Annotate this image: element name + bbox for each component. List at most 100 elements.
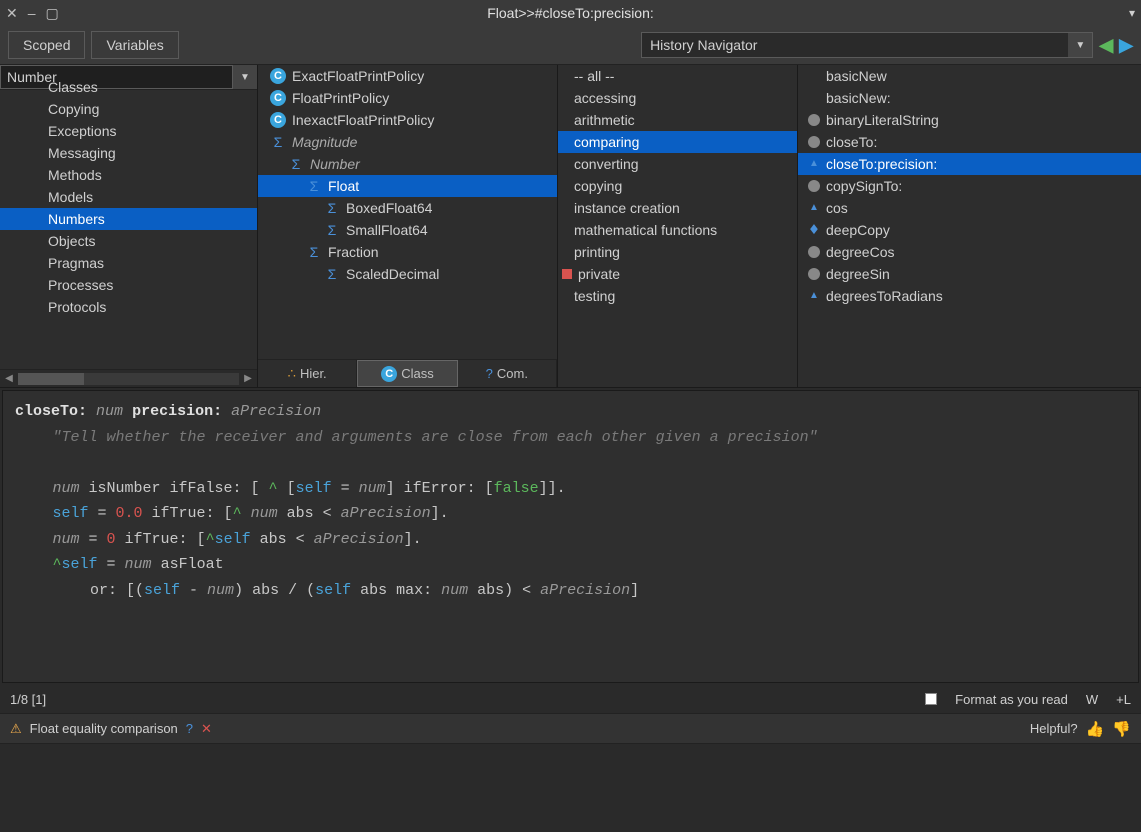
toolbar: Scoped Variables History Navigator ▼ ◀ ▶ (0, 26, 1141, 65)
protocol-item[interactable]: -- all -- (558, 65, 797, 87)
class-label: BoxedFloat64 (346, 200, 432, 216)
method-item[interactable]: basicNew: (798, 87, 1141, 109)
class-label: ExactFloatPrintPolicy (292, 68, 424, 84)
class-label: FloatPrintPolicy (292, 90, 389, 106)
protocol-item[interactable]: accessing (558, 87, 797, 109)
protocol-item[interactable]: arithmetic (558, 109, 797, 131)
package-item[interactable]: Messaging (0, 142, 257, 164)
bottom-space (0, 743, 1141, 801)
protocol-item[interactable]: comparing (558, 131, 797, 153)
class-item[interactable]: ΣScaledDecimal (258, 263, 557, 285)
protocol-label: instance creation (574, 200, 680, 216)
package-item[interactable]: Pragmas (0, 252, 257, 274)
history-forward-icon[interactable]: ▶ (1119, 35, 1133, 56)
package-item[interactable]: Numbers (0, 208, 257, 230)
package-item[interactable]: Models (0, 186, 257, 208)
help-icon[interactable]: ? (186, 721, 193, 736)
maximize-icon[interactable]: ▢ (46, 5, 59, 22)
class-item[interactable]: ΣFloat (258, 175, 557, 197)
package-list[interactable]: Classes Copying ExceptionsMessagingMethods… (0, 76, 257, 369)
method-item[interactable]: ▲ closeTo:precision: (798, 153, 1141, 175)
override-up-icon: ▲ (808, 202, 820, 214)
protocol-pane: -- all -- accessing arithmeticcomparingcon… (558, 65, 798, 387)
method-item[interactable]: closeTo: (798, 131, 1141, 153)
method-label: closeTo:precision: (826, 156, 937, 172)
method-item[interactable]: degreeSin (798, 263, 1141, 285)
hier-tab[interactable]: ∴ Hier. (258, 360, 357, 387)
question-icon: ? (486, 366, 493, 381)
protocol-list[interactable]: -- all -- accessing arithmeticcomparingcon… (558, 65, 797, 387)
private-flag-icon (562, 269, 572, 279)
scroll-left-icon[interactable]: ◀ (0, 373, 18, 384)
format-checkbox[interactable] (925, 693, 937, 705)
w-toggle[interactable]: W (1086, 692, 1098, 707)
package-label: Objects (48, 233, 95, 249)
method-label: basicNew (826, 68, 887, 84)
override-up-icon: ▲ (808, 158, 820, 170)
package-label: Copying (48, 101, 99, 117)
thumb-down-icon[interactable]: 👎 (1112, 720, 1131, 738)
scoped-button[interactable]: Scoped (8, 31, 85, 59)
l-toggle[interactable]: +L (1116, 692, 1131, 707)
method-pane: basicNew basicNew: binaryLiteralString clos… (798, 65, 1141, 387)
dismiss-icon[interactable]: ✕ (201, 721, 212, 737)
package-item[interactable]: Objects (0, 230, 257, 252)
protocol-item[interactable]: copying (558, 175, 797, 197)
package-label: Protocols (48, 299, 106, 315)
sigma-icon: Σ (324, 200, 340, 216)
history-back-icon[interactable]: ◀ (1099, 35, 1113, 56)
close-icon[interactable]: ✕ (6, 5, 18, 22)
thumb-up-icon[interactable]: 👍 (1086, 720, 1105, 738)
code-editor[interactable]: closeTo: num precision: aPrecision "Tell… (2, 390, 1139, 683)
protocol-item[interactable]: instance creation (558, 197, 797, 219)
warning-text: Float equality comparison (30, 721, 178, 736)
package-item[interactable]: Classes (0, 76, 257, 98)
scroll-right-icon[interactable]: ▶ (239, 373, 257, 384)
method-item[interactable]: degreeCos (798, 241, 1141, 263)
class-item[interactable]: Σ BoxedFloat64 (258, 197, 557, 219)
package-item[interactable]: Exceptions (0, 120, 257, 142)
protocol-item[interactable]: converting (558, 153, 797, 175)
method-item[interactable]: binaryLiteralString (798, 109, 1141, 131)
minimize-icon[interactable]: – (28, 5, 36, 21)
class-pane: CExactFloatPrintPolicyCFloatPrintPolicyC… (258, 65, 558, 387)
class-item[interactable]: CExactFloatPrintPolicy (258, 65, 557, 87)
class-item[interactable]: CInexactFloatPrintPolicy (258, 109, 557, 131)
class-label: Float (328, 178, 359, 194)
method-label: binaryLiteralString (826, 112, 939, 128)
protocol-label: accessing (574, 90, 636, 106)
package-item[interactable]: Protocols (0, 296, 257, 318)
method-item[interactable]: ▲cos (798, 197, 1141, 219)
package-label: Models (48, 189, 93, 205)
package-h-scrollbar[interactable]: ◀ ▶ (0, 369, 257, 387)
class-item[interactable]: ΣSmallFloat64 (258, 219, 557, 241)
class-tab[interactable]: C Class (357, 360, 457, 387)
method-item[interactable]: ◆deepCopy (798, 219, 1141, 241)
class-item[interactable]: ΣFraction (258, 241, 557, 263)
package-item[interactable]: Methods (0, 164, 257, 186)
history-navigator-dropdown[interactable]: History Navigator ▼ (641, 32, 1093, 58)
package-item[interactable]: Processes (0, 274, 257, 296)
dropdown-arrow-icon[interactable]: ▼ (1068, 33, 1092, 57)
class-item[interactable]: CFloatPrintPolicy (258, 87, 557, 109)
method-label: deepCopy (826, 222, 890, 238)
com-tab[interactable]: ? Com. (458, 360, 557, 387)
window-controls: ✕ – ▢ (6, 5, 59, 22)
variables-button[interactable]: Variables (91, 31, 178, 59)
method-item[interactable]: basicNew (798, 65, 1141, 87)
window-menu-icon[interactable]: ▾ (1129, 6, 1135, 20)
package-item[interactable]: Copying (0, 98, 257, 120)
protocol-item[interactable]: mathematical functions (558, 219, 797, 241)
method-item[interactable]: copySignTo: (798, 175, 1141, 197)
class-label: Magnitude (292, 134, 357, 150)
class-item[interactable]: ΣMagnitude (258, 131, 557, 153)
class-item[interactable]: ΣNumber (258, 153, 557, 175)
warning-icon: ⚠ (10, 721, 22, 737)
class-list[interactable]: CExactFloatPrintPolicyCFloatPrintPolicyC… (258, 65, 557, 359)
protocol-item[interactable]: printing (558, 241, 797, 263)
method-list[interactable]: basicNew basicNew: binaryLiteralString clos… (798, 65, 1141, 387)
protocol-item[interactable]: private (558, 263, 797, 285)
history-navigator-label: History Navigator (642, 33, 1068, 57)
method-item[interactable]: ▲degreesToRadians (798, 285, 1141, 307)
protocol-item[interactable]: testing (558, 285, 797, 307)
